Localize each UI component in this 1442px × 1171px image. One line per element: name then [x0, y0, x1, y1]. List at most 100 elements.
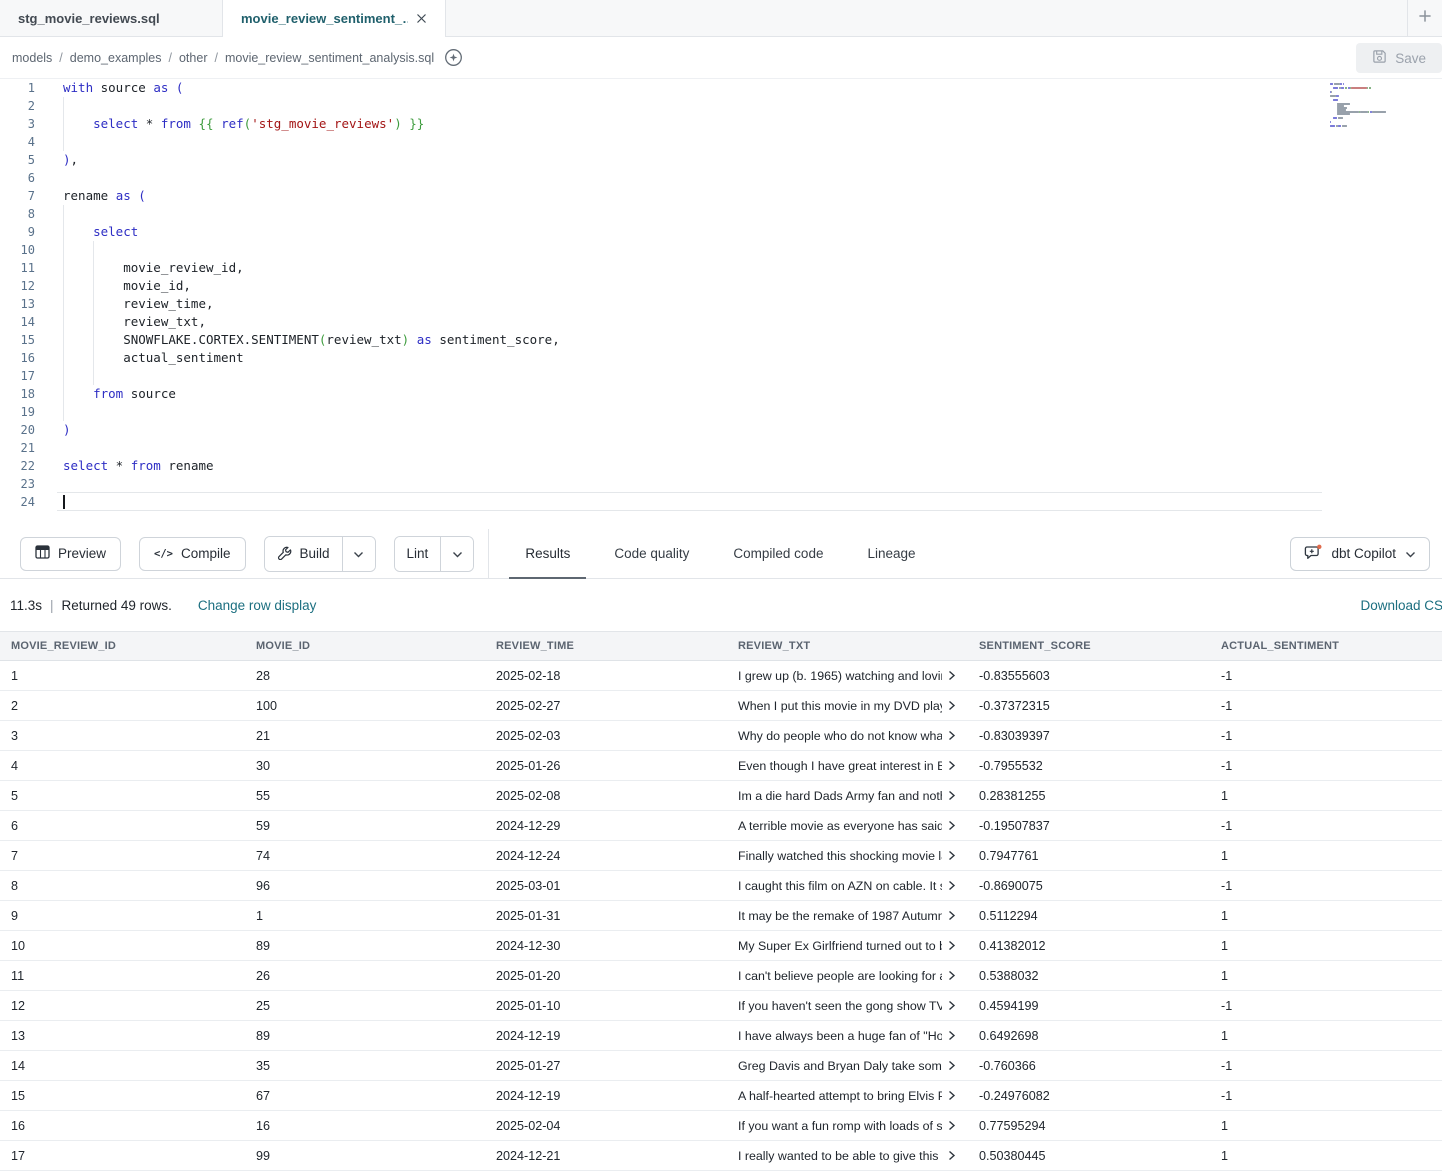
expand-cell-icon[interactable] [948, 1060, 956, 1071]
code-line-2[interactable]: 2 [0, 97, 1442, 115]
expand-cell-icon[interactable] [948, 1120, 956, 1131]
code-line-12[interactable]: 12 movie_id, [0, 277, 1442, 295]
code-brackets-icon: </> [154, 548, 173, 560]
tab-compiled-code[interactable]: Compiled code [717, 529, 839, 579]
expand-cell-icon[interactable] [948, 820, 956, 831]
table-row: 4302025-01-26Even though I have great in… [0, 751, 1442, 781]
file-tab-movie-review-sentiment[interactable]: movie_review_sentiment_… [223, 0, 446, 37]
change-row-display-link[interactable]: Change row display [198, 598, 317, 613]
dbt-copilot-button[interactable]: dbt Copilot [1290, 537, 1430, 571]
expand-cell-icon[interactable] [948, 880, 956, 891]
save-button[interactable]: Save [1356, 43, 1442, 73]
cell-actual-sentiment: -1 [1221, 669, 1442, 683]
expand-cell-icon[interactable] [948, 1150, 956, 1161]
expand-cell-icon[interactable] [948, 940, 956, 951]
code-line-20[interactable]: 20) [0, 421, 1442, 439]
cell-review-time: 2025-02-18 [496, 669, 738, 683]
cell-movie-id: 35 [256, 1059, 496, 1073]
table-row: 6592024-12-29A terrible movie as everyon… [0, 811, 1442, 841]
code-line-7[interactable]: 7rename as ( [0, 187, 1442, 205]
code-line-9[interactable]: 9 select [0, 223, 1442, 241]
code-line-8[interactable]: 8 [0, 205, 1442, 223]
code-line-16[interactable]: 16 actual_sentiment [0, 349, 1442, 367]
code-line-24[interactable]: 24 [0, 493, 1442, 511]
code-line-17[interactable]: 17 [0, 367, 1442, 385]
close-tab-icon[interactable] [416, 13, 427, 24]
query-duration: 11.3s [10, 598, 42, 613]
table-row: 17992024-12-21I really wanted to be able… [0, 1141, 1442, 1171]
code-line-19[interactable]: 19 [0, 403, 1442, 421]
expand-cell-icon[interactable] [948, 850, 956, 861]
indent-guide [93, 313, 94, 331]
compile-button[interactable]: </> Compile [139, 537, 246, 571]
review-text: A half-hearted attempt to bring Elvis P… [738, 1089, 942, 1103]
lint-button[interactable]: Lint [395, 537, 441, 571]
expand-cell-icon[interactable] [948, 910, 956, 921]
breadcrumb-segment-demo-examples[interactable]: demo_examples [70, 51, 162, 65]
cell-movie-review-id: 3 [11, 729, 256, 743]
expand-cell-icon[interactable] [948, 760, 956, 771]
column-header-movie-review-id: MOVIE_REVIEW_ID [11, 640, 256, 652]
cell-movie-review-id: 15 [11, 1089, 256, 1103]
code-line-21[interactable]: 21 [0, 439, 1442, 457]
code-line-13[interactable]: 13 review_time, [0, 295, 1442, 313]
line-number: 23 [0, 475, 57, 493]
code-line-text [63, 439, 1442, 457]
expand-cell-icon[interactable] [948, 700, 956, 711]
tab-code-quality[interactable]: Code quality [598, 529, 705, 579]
file-tab-stg-movie-reviews[interactable]: stg_movie_reviews.sql [0, 0, 223, 36]
code-line-3[interactable]: 3 select * from {{ ref('stg_movie_review… [0, 115, 1442, 133]
code-line-15[interactable]: 15 SNOWFLAKE.CORTEX.SENTIMENT(review_txt… [0, 331, 1442, 349]
code-line-4[interactable]: 4 [0, 133, 1442, 151]
expand-cell-icon[interactable] [948, 1090, 956, 1101]
tab-results[interactable]: Results [509, 529, 586, 579]
expand-cell-icon[interactable] [948, 1000, 956, 1011]
cell-movie-id: 30 [256, 759, 496, 773]
cell-review-txt: A terrible movie as everyone has said. … [738, 819, 956, 833]
code-line-1[interactable]: 1with source as ( [0, 79, 1442, 97]
expand-cell-icon[interactable] [948, 970, 956, 981]
code-editor[interactable]: 1with source as (23 select * from {{ ref… [0, 79, 1442, 529]
expand-cell-icon[interactable] [948, 790, 956, 801]
download-csv-link[interactable]: Download CSV [1360, 598, 1442, 613]
lint-dropdown-button[interactable] [440, 537, 473, 571]
expand-cell-icon[interactable] [948, 730, 956, 741]
copilot-chat-sparkle-icon [1304, 544, 1322, 564]
build-button[interactable]: Build [265, 537, 342, 571]
code-lines: 1with source as (23 select * from {{ ref… [0, 79, 1442, 511]
cell-movie-review-id: 14 [11, 1059, 256, 1073]
preview-button[interactable]: Preview [20, 537, 121, 571]
tab-compiled-code-label: Compiled code [733, 546, 823, 561]
line-number: 8 [0, 205, 57, 223]
code-line-6[interactable]: 6 [0, 169, 1442, 187]
indent-guide [63, 295, 64, 313]
expand-cell-icon[interactable] [948, 670, 956, 681]
code-line-14[interactable]: 14 review_txt, [0, 313, 1442, 331]
new-tab-button[interactable] [1407, 0, 1442, 36]
code-line-23[interactable]: 23 [0, 475, 1442, 493]
cell-sentiment-score: 0.7947761 [979, 849, 1221, 863]
indent-guide [93, 241, 94, 259]
copilot-sparkle-circle-icon[interactable] [444, 48, 463, 67]
breadcrumb-segment-models[interactable]: models [12, 51, 52, 65]
cell-actual-sentiment: 1 [1221, 1029, 1442, 1043]
tab-lineage[interactable]: Lineage [851, 529, 931, 579]
breadcrumb-segment-other[interactable]: other [179, 51, 208, 65]
code-line-11[interactable]: 11 movie_review_id, [0, 259, 1442, 277]
editor-minimap[interactable] [1330, 83, 1402, 131]
code-line-text: rename as ( [63, 187, 1442, 205]
code-line-18[interactable]: 18 from source [0, 385, 1442, 403]
code-line-10[interactable]: 10 [0, 241, 1442, 259]
breadcrumb-separator: / [214, 51, 217, 65]
cell-movie-id: 16 [256, 1119, 496, 1133]
code-line-text: select * from rename [63, 457, 1442, 475]
code-line-text: review_time, [63, 295, 1442, 313]
indent-guide [63, 97, 64, 115]
indent-guide [63, 133, 64, 151]
expand-cell-icon[interactable] [948, 1030, 956, 1041]
code-line-22[interactable]: 22select * from rename [0, 457, 1442, 475]
indent-guide [63, 349, 64, 367]
code-line-5[interactable]: 5), [0, 151, 1442, 169]
build-dropdown-button[interactable] [342, 537, 375, 571]
line-number: 16 [0, 349, 57, 367]
